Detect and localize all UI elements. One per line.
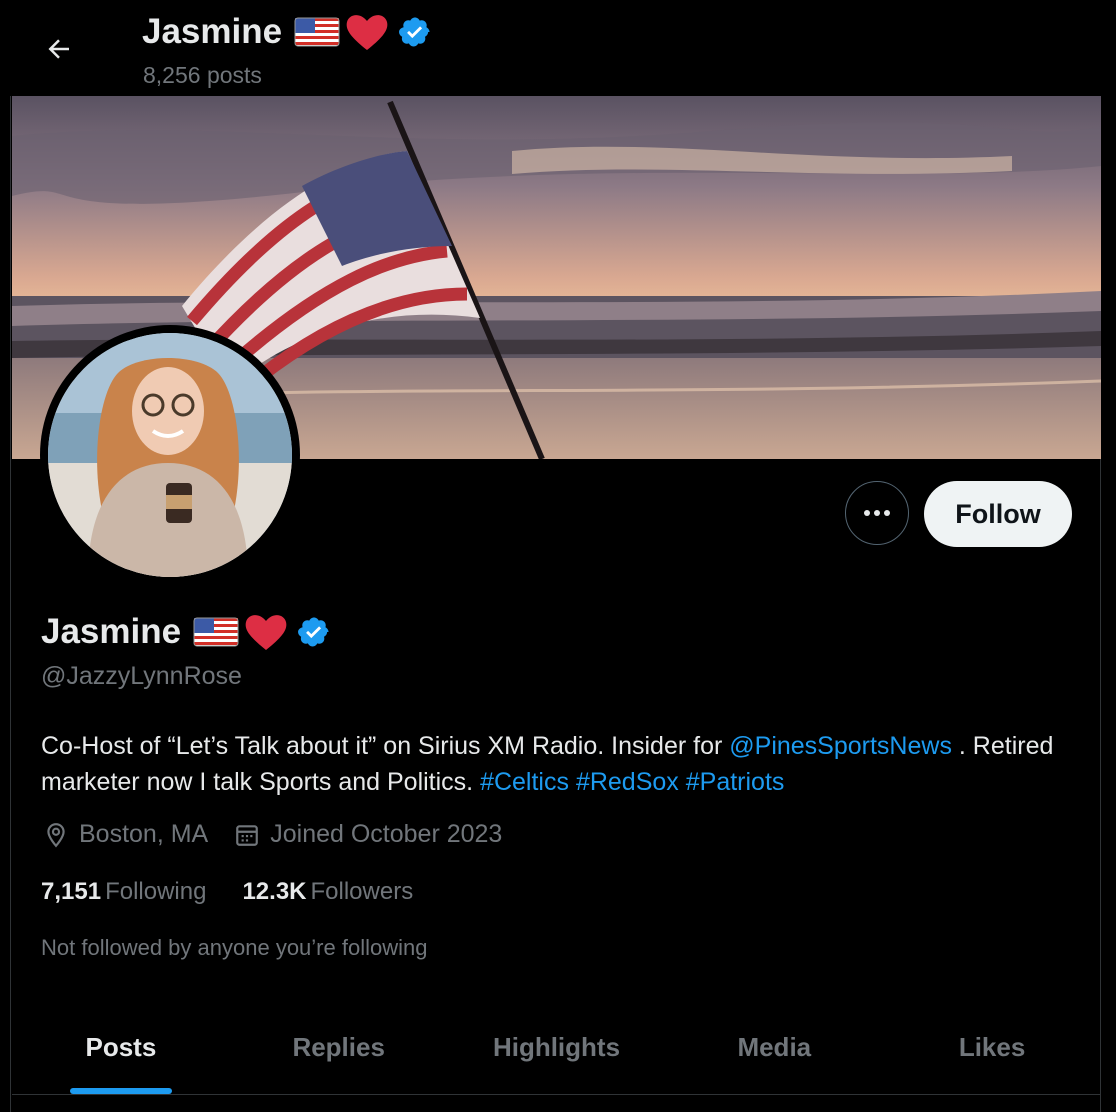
following-link[interactable]: 7,151 Following <box>41 878 206 906</box>
follow-button[interactable]: Follow <box>924 481 1072 547</box>
red-heart-icon <box>245 615 287 650</box>
tab-label: Replies <box>292 1032 385 1062</box>
us-flag-icon <box>294 17 340 47</box>
tab-likes[interactable]: Likes <box>883 1010 1101 1094</box>
profile-handle: @JazzyLynnRose <box>41 662 242 690</box>
followers-count: 12.3K <box>242 878 307 905</box>
header-title: Jasmine <box>142 12 432 52</box>
joined-text: Joined October 2023 <box>270 820 503 848</box>
back-button[interactable] <box>36 26 82 72</box>
arrow-left-icon <box>48 39 69 59</box>
profile-bio: Co-Host of “Let’s Talk about it” on Siri… <box>41 728 1081 800</box>
tab-label: Highlights <box>492 1032 621 1062</box>
joined-item: Joined October 2023 <box>234 820 502 849</box>
following-label: Following <box>105 878 207 905</box>
red-heart-icon <box>346 15 388 50</box>
location-text: Boston, MA <box>79 820 209 848</box>
bio-text: Co-Host of “Let’s Talk about it” on Siri… <box>41 732 730 760</box>
header-name: Jasmine <box>142 12 283 51</box>
hashtag-celtics-link[interactable]: #Celtics <box>480 768 569 796</box>
bio-mention-link[interactable]: @PinesSportsNews <box>729 732 952 760</box>
location-pin-icon <box>47 822 65 847</box>
following-count: 7,151 <box>41 878 102 905</box>
tab-highlights[interactable]: Highlights <box>448 1010 666 1094</box>
not-followed-note: Not followed by anyone you’re following <box>41 935 428 960</box>
location-item: Boston, MA <box>43 820 208 849</box>
verified-badge-icon[interactable] <box>398 15 432 49</box>
followers-link[interactable]: 12.3K Followers <box>242 878 413 906</box>
tab-replies[interactable]: Replies <box>230 1010 448 1094</box>
verified-badge-icon[interactable] <box>297 615 331 649</box>
hashtag-patriots-link[interactable]: #Patriots <box>686 768 785 796</box>
follow-stats: 7,151 Following 12.3K Followers <box>41 878 449 906</box>
avatar-photo <box>48 333 292 577</box>
profile-name: Jasmine <box>41 612 182 651</box>
tab-label: Posts <box>85 1032 157 1062</box>
posts-count: 8,256 posts <box>143 62 262 88</box>
profile-meta: Boston, MA Joined October 2023 <box>43 820 528 849</box>
hashtag-redsox-link[interactable]: #RedSox <box>576 768 679 796</box>
avatar[interactable] <box>40 325 300 585</box>
more-options-button[interactable] <box>845 481 909 545</box>
profile-tabs: Posts Replies Highlights Media Likes <box>12 1010 1101 1094</box>
followers-label: Followers <box>310 878 414 905</box>
tab-label: Media <box>737 1032 812 1062</box>
tabs-divider <box>12 1094 1101 1095</box>
tab-media[interactable]: Media <box>665 1010 883 1094</box>
tab-label: Likes <box>958 1032 1026 1062</box>
top-bar: Jasmine 8,256 posts <box>0 0 1116 96</box>
calendar-icon <box>236 824 259 846</box>
us-flag-icon <box>193 617 239 647</box>
more-horizontal-icon <box>864 510 890 516</box>
tab-posts[interactable]: Posts <box>12 1010 230 1094</box>
profile-display-name: Jasmine <box>41 612 331 652</box>
